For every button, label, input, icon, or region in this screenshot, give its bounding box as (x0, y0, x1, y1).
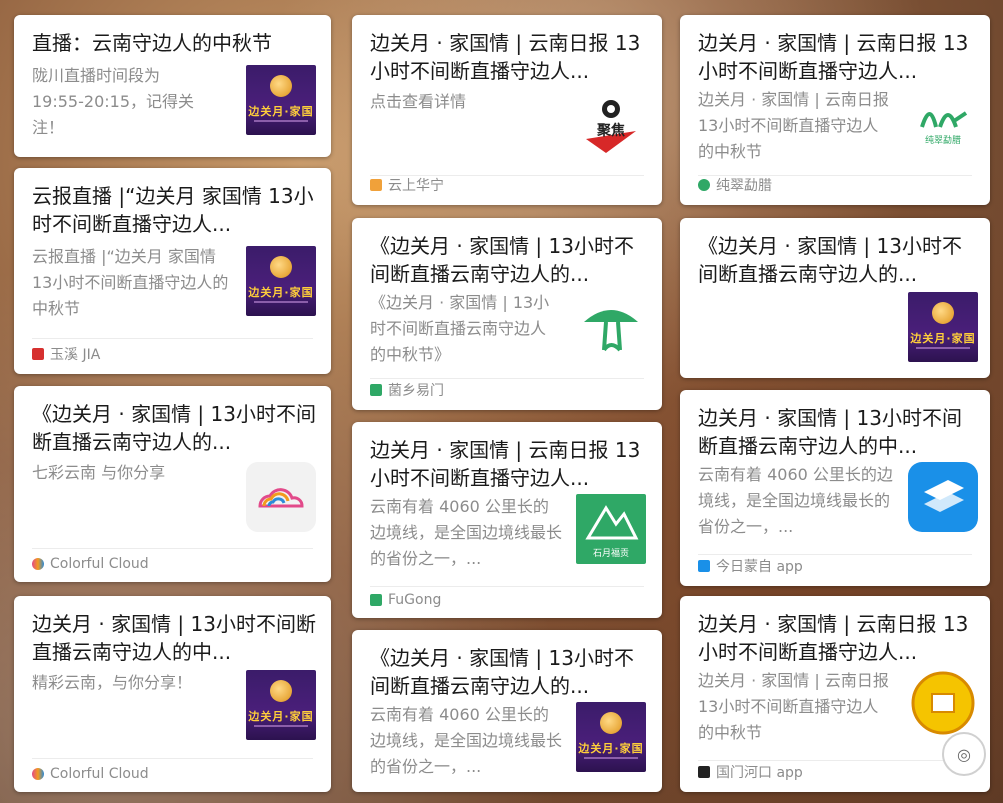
juji-text: 聚焦 (596, 122, 625, 139)
mountain-logo-icon: 石月福贡 (585, 505, 639, 559)
source-name: 今日蒙自 app (716, 559, 803, 575)
source-row[interactable]: 国门河口 app (698, 762, 803, 782)
source-name: Colorful Cloud (50, 766, 149, 782)
article-title: 直播：云南守边人的中秋节 (32, 31, 272, 55)
juji-thumbnail: 聚焦 (576, 91, 646, 161)
article-card-8[interactable]: 《边关月 · 家国情 | 13小时不间断直播云南守边人的... 云南有着 406… (352, 630, 662, 792)
article-title: 边关月 · 家国情 | 13小时不间断直播云南守边人的中... (698, 406, 962, 458)
chuncui-small-icon (698, 179, 710, 191)
poster-thumbnail: 边关月·家国 (246, 65, 316, 135)
eye-logo-icon: 聚焦 (586, 100, 636, 153)
source-name: 国门河口 app (716, 765, 803, 781)
article-title: 《边关月 · 家国情 | 13小时不间断直播云南守边人的... (370, 646, 634, 698)
colorful-cloud-icon (32, 768, 44, 780)
article-title: 边关月 · 家国情 | 云南日报 13小时不间断直播守边人... (698, 612, 969, 664)
hekou-small-icon (698, 766, 710, 778)
moon-icon (932, 302, 954, 324)
source-row[interactable]: 纯翠勐腊 (698, 175, 772, 195)
article-title: 云报直播 |“边关月 家国情 13小时不间断直播守边人... (32, 184, 314, 236)
mushroom-logo-icon (584, 310, 638, 352)
article-desc: 云报直播 |“边关月 家国情13小时不间断直播守边人的中秋节 (32, 247, 229, 318)
mengzi-logo-icon (924, 480, 964, 512)
article-desc: 云南有着 4060 公里长的边境线，是全国边境线最长的省份之一，... (370, 497, 563, 568)
article-title: 边关月 · 家国情 | 云南日报 13小时不间断直播守边人... (698, 31, 969, 83)
chuncui-text: 纯翠勐腊 (925, 134, 961, 146)
article-desc: 点击查看详情 (370, 92, 467, 111)
chuncui-thumbnail: 纯翠勐腊 (908, 91, 978, 161)
article-title: 《边关月 · 家国情 | 13小时不间断直播云南守边人的... (370, 234, 634, 286)
hekou-seal-icon (911, 671, 975, 735)
article-desc: 陇川直播时间段为 19:55-20:15，记得关注！ (32, 66, 194, 137)
article-title: 《边关月 · 家国情 | 13小时不间断直播云南守边人的... (698, 234, 962, 286)
article-title: 边关月 · 家国情 | 云南日报 13小时不间断直播守边人... (370, 31, 641, 83)
source-name: 玉溪 JIA (50, 347, 101, 363)
article-card-4[interactable]: 边关月 · 家国情 | 13小时不间断直播云南守边人的中... 精彩云南，与你分… (14, 596, 331, 792)
article-desc: 精彩云南，与你分享！ (32, 673, 193, 692)
article-desc: 云南有着 4060 公里长的边境线，是全国边境线最长的省份之一，... (370, 705, 563, 776)
source-name: 菌乡易门 (388, 383, 444, 399)
poster-text: 边关月·家国 (910, 332, 976, 345)
junxiang-small-icon (370, 384, 382, 396)
article-card-5[interactable]: 边关月 · 家国情 | 云南日报 13小时不间断直播守边人... 点击查看详情 … (352, 15, 662, 205)
source-name: FuGong (388, 592, 442, 608)
article-desc: 云南有着 4060 公里长的边境线，是全国边境线最长的省份之一，... (698, 465, 893, 536)
article-card-11[interactable]: 边关月 · 家国情 | 13小时不间断直播云南守边人的中... 云南有着 406… (680, 390, 990, 586)
mengzi-small-icon (698, 560, 710, 572)
poster-thumbnail: 边关月·家国 (908, 292, 978, 362)
moon-icon (270, 75, 292, 97)
watermark-seal-icon: ◎ (942, 732, 986, 776)
poster-text: 边关月·家国 (248, 105, 314, 118)
article-card-10[interactable]: 《边关月 · 家国情 | 13小时不间断直播云南守边人的... 边关月·家国 (680, 218, 990, 378)
fugong-logo-icon (370, 594, 382, 606)
article-desc: 《边关月 · 家国情 | 13小时不间断直播云南守边人的中秋节》 (370, 293, 550, 364)
article-title: 《边关月 · 家国情 | 13小时不间断直播云南守边人的... (32, 402, 316, 454)
huaning-logo-icon (370, 179, 382, 191)
article-card-6[interactable]: 《边关月 · 家国情 | 13小时不间断直播云南守边人的... 《边关月 · 家… (352, 218, 662, 410)
article-card-7[interactable]: 边关月 · 家国情 | 云南日报 13小时不间断直播守边人... 云南有着 40… (352, 422, 662, 618)
source-row[interactable]: 玉溪 JIA (32, 344, 100, 364)
source-row[interactable]: 云上华宁 (370, 175, 444, 195)
colorful-cloud-icon (32, 558, 44, 570)
poster-thumbnail: 边关月·家国 (246, 246, 316, 316)
shiyue-fugong-thumbnail: 石月福贡 (576, 494, 646, 564)
source-row[interactable]: Colorful Cloud (32, 766, 149, 782)
source-name: 云上华宁 (388, 178, 444, 194)
source-row[interactable]: 菌乡易门 (370, 380, 444, 400)
source-row[interactable]: 今日蒙自 app (698, 556, 803, 576)
article-desc: 七彩云南 与你分享 (32, 463, 166, 482)
colorful-cloud-thumbnail (246, 462, 316, 532)
shiyue-text: 石月福贡 (593, 547, 629, 559)
moon-icon (600, 712, 622, 734)
article-card-2[interactable]: 云报直播 |“边关月 家国情 13小时不间断直播守边人... 云报直播 |“边关… (14, 168, 331, 374)
source-name: Colorful Cloud (50, 556, 149, 572)
chuncui-logo-icon: 纯翠勐腊 (920, 111, 968, 146)
junxiang-thumbnail (576, 292, 646, 362)
article-title: 边关月 · 家国情 | 云南日报 13小时不间断直播守边人... (370, 438, 641, 490)
source-row[interactable]: FuGong (370, 592, 441, 608)
article-card-9[interactable]: 边关月 · 家国情 | 云南日报 13小时不间断直播守边人... 边关月 · 家… (680, 15, 990, 205)
mengzi-thumbnail (908, 462, 978, 532)
yuxi-logo-icon (32, 348, 44, 360)
poster-thumbnail: 边关月·家国 (576, 702, 646, 772)
cloud-icon (258, 488, 304, 508)
article-desc: 边关月 · 家国情 | 云南日报 13小时不间断直播守边人的中秋节 (698, 671, 889, 742)
poster-text: 边关月·家国 (248, 710, 314, 723)
source-name: 纯翠勐腊 (716, 178, 772, 194)
article-card-1[interactable]: 直播：云南守边人的中秋节 陇川直播时间段为 19:55-20:15，记得关注！ … (14, 15, 331, 157)
poster-text: 边关月·家国 (248, 286, 314, 299)
poster-thumbnail: 边关月·家国 (246, 670, 316, 740)
article-title: 边关月 · 家国情 | 13小时不间断直播云南守边人的中... (32, 612, 316, 664)
moon-icon (270, 256, 292, 278)
poster-text: 边关月·家国 (578, 742, 644, 755)
hekou-thumbnail (908, 668, 978, 738)
article-card-3[interactable]: 《边关月 · 家国情 | 13小时不间断直播云南守边人的... 七彩云南 与你分… (14, 386, 331, 582)
article-desc: 边关月 · 家国情 | 云南日报 13小时不间断直播守边人的中秋节 (698, 90, 889, 161)
source-row[interactable]: Colorful Cloud (32, 556, 149, 572)
moon-icon (270, 680, 292, 702)
